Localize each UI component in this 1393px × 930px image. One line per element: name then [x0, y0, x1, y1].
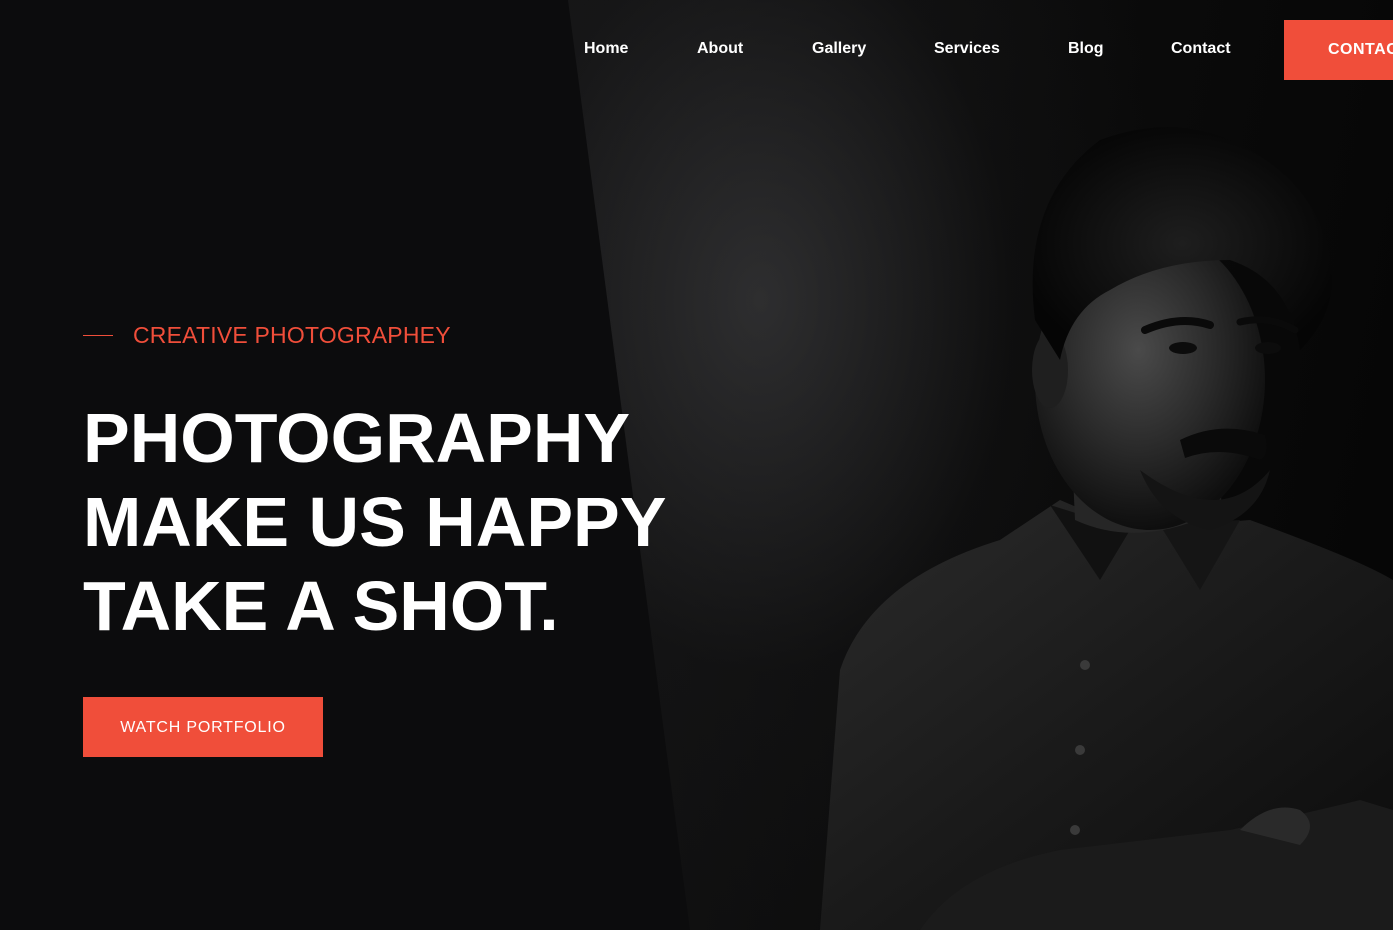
watch-portfolio-button[interactable]: WATCH PORTFOLIO — [83, 697, 323, 757]
nav-item-services[interactable]: Services — [934, 40, 1000, 58]
nav-item-home[interactable]: Home — [584, 40, 628, 58]
portrait-image — [820, 127, 1393, 930]
headline-line-2: MAKE US HAPPY — [83, 483, 667, 561]
main-navigation: Home About Gallery Services Blog Contact… — [0, 0, 1393, 100]
nav-item-blog[interactable]: Blog — [1068, 40, 1104, 58]
landing-page: Home About Gallery Services Blog Contact… — [0, 0, 1393, 930]
nav-item-contact[interactable]: Contact — [1171, 40, 1231, 58]
headline-line-1: PHOTOGRAPHY — [83, 399, 631, 477]
eyebrow-text: CREATIVE PHOTOGRAPHEY — [133, 321, 451, 348]
nav-item-gallery[interactable]: Gallery — [812, 40, 866, 58]
hero-headline: PHOTOGRAPHY MAKE US HAPPY TAKE A SHOT. — [83, 396, 666, 648]
headline-line-3: TAKE A SHOT. — [83, 567, 559, 645]
eyebrow-divider — [83, 334, 113, 336]
nav-item-about[interactable]: About — [697, 40, 743, 58]
contact-cta-button[interactable]: CONTACT — [1284, 20, 1393, 80]
hero-eyebrow: CREATIVE PHOTOGRAPHEY — [83, 320, 451, 350]
